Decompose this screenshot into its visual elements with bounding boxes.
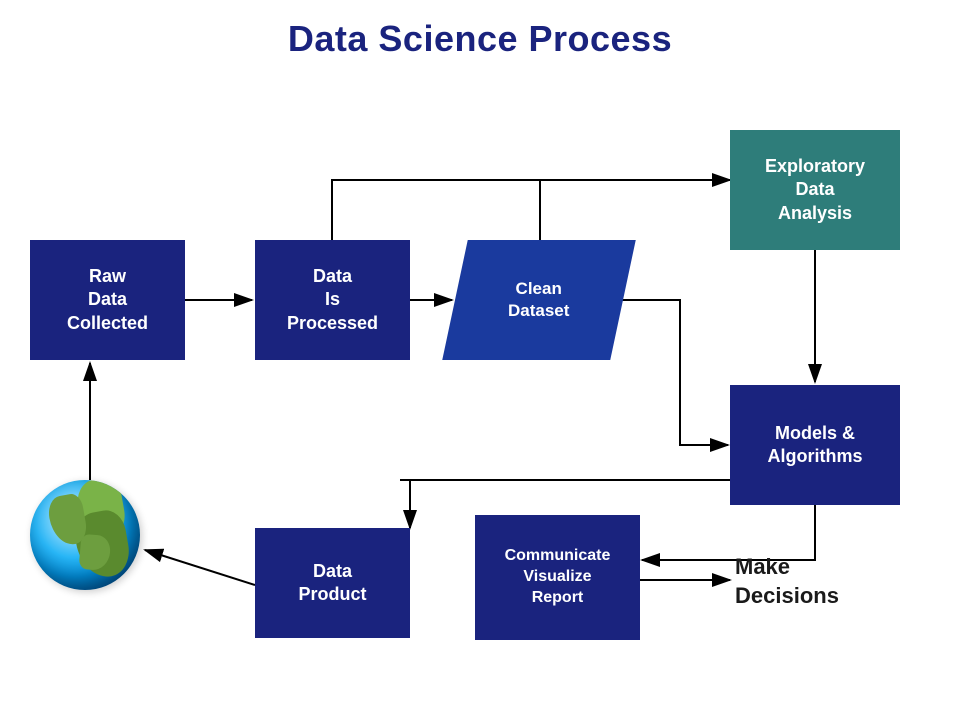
globe-icon xyxy=(30,480,140,590)
clean-dataset-box: CleanDataset xyxy=(442,240,636,360)
diagram: RawDataCollected DataIsProcessed CleanDa… xyxy=(0,60,960,720)
data-is-processed-box: DataIsProcessed xyxy=(255,240,410,360)
data-product-box: DataProduct xyxy=(255,528,410,638)
exploratory-data-analysis-box: ExploratoryDataAnalysis xyxy=(730,130,900,250)
make-decisions-text: MakeDecisions xyxy=(735,553,839,610)
communicate-visualize-report-box: CommunicateVisualizeReport xyxy=(475,515,640,640)
page-title: Data Science Process xyxy=(0,0,960,60)
models-algorithms-box: Models &Algorithms xyxy=(730,385,900,505)
raw-data-collected-box: RawDataCollected xyxy=(30,240,185,360)
